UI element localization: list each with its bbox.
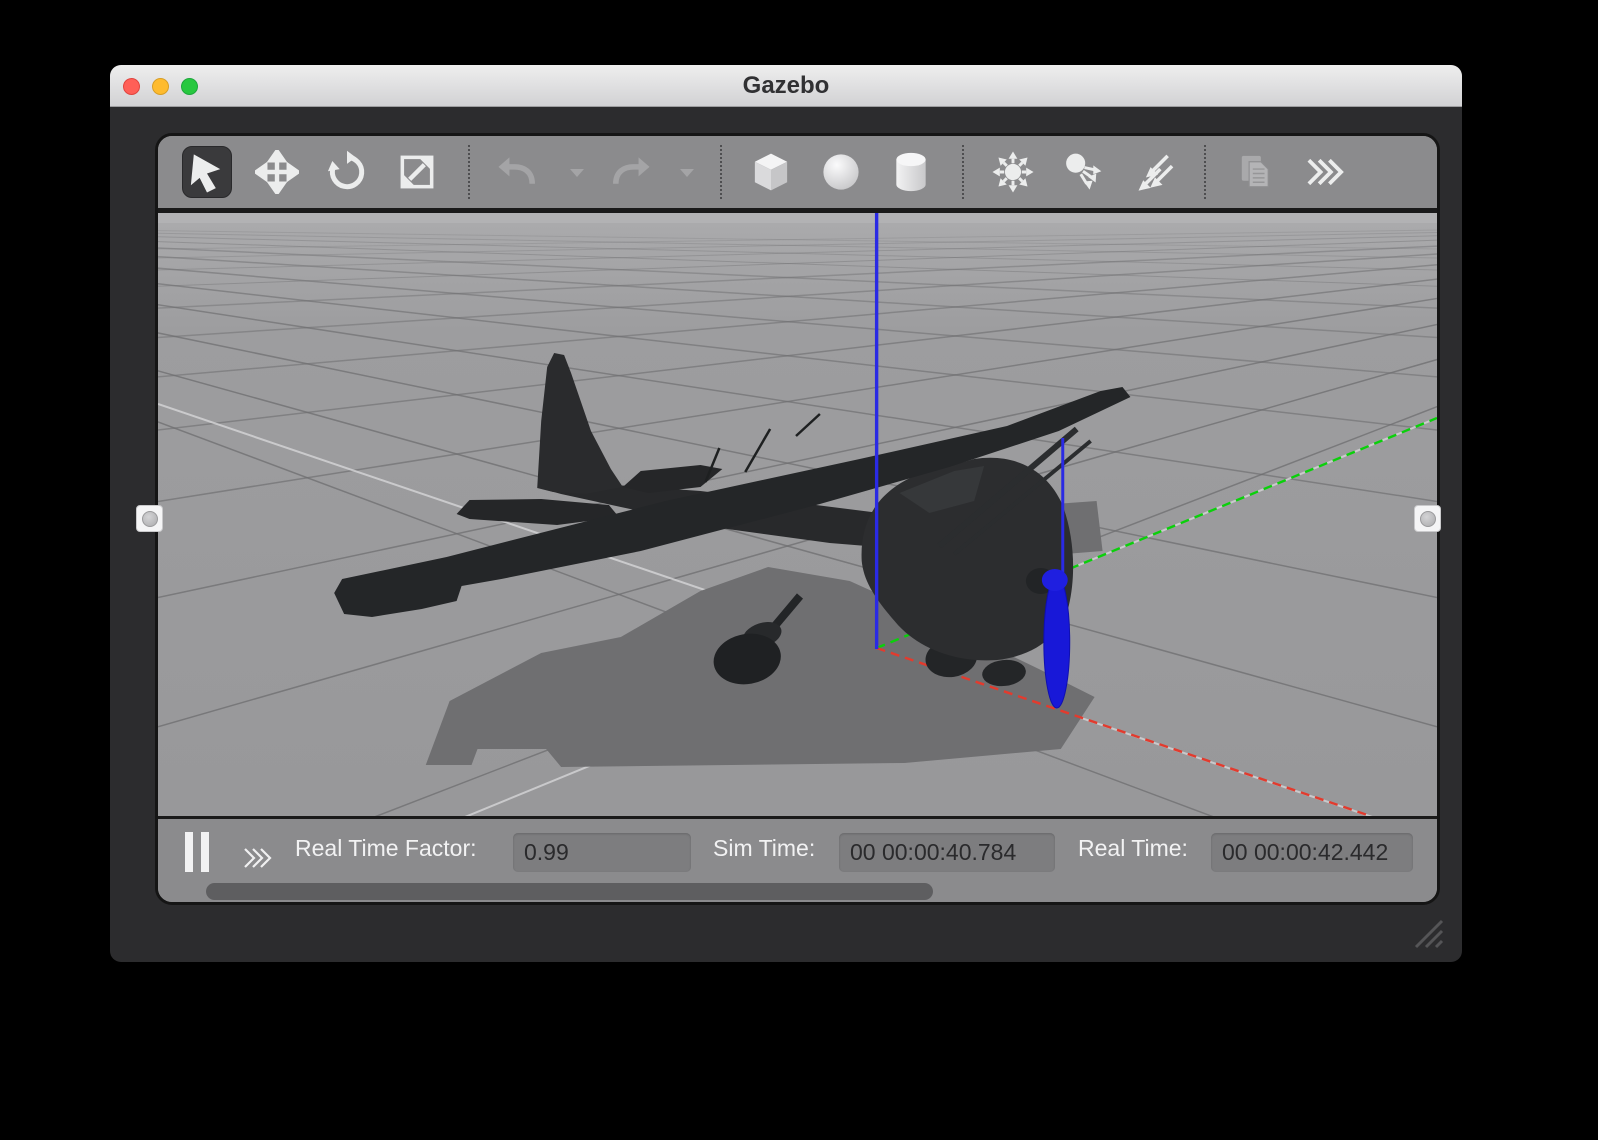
more-chevrons-icon (1303, 150, 1347, 194)
cylinder-icon (889, 150, 933, 194)
window-title: Gazebo (110, 65, 1462, 107)
copy-icon (1233, 150, 1277, 194)
scale-icon (395, 150, 439, 194)
undo-button[interactable] (494, 146, 544, 198)
main-panel: Real Time Factor: 0.99 Sim Time: 00 00:0… (155, 133, 1440, 905)
horizontal-scrollbar-thumb[interactable] (206, 883, 933, 900)
real-time-field[interactable]: 00 00:00:42.442 (1211, 833, 1413, 872)
right-splitter-handle[interactable] (1414, 505, 1441, 532)
spot-light-icon (1061, 150, 1105, 194)
toolbar-separator (962, 145, 964, 199)
toolbar-separator (468, 145, 470, 199)
scale-button[interactable] (392, 146, 442, 198)
directional-light-icon (1131, 150, 1175, 194)
undo-dropdown-button[interactable] (564, 146, 590, 198)
cylinder-button[interactable] (886, 146, 936, 198)
real-time-label: Real Time: (1078, 835, 1188, 862)
playback-bar: Real Time Factor: 0.99 Sim Time: 00 00:0… (158, 819, 1437, 903)
rotate-button[interactable] (322, 146, 372, 198)
gazebo-window: Gazebo (110, 65, 1462, 962)
toolbar-separator (1204, 145, 1206, 199)
spot-light-button[interactable] (1058, 146, 1108, 198)
sphere-icon (819, 150, 863, 194)
redo-button[interactable] (604, 146, 654, 198)
point-light-button[interactable] (988, 146, 1038, 198)
toolbar (158, 136, 1437, 208)
scene-canvas[interactable] (158, 213, 1437, 816)
pause-button[interactable] (183, 832, 215, 874)
redo-dropdown-button[interactable] (674, 146, 700, 198)
resize-grip-icon[interactable] (1402, 911, 1444, 949)
translate-icon (255, 150, 299, 194)
sphere-button[interactable] (816, 146, 866, 198)
sim-time-field[interactable]: 00 00:00:40.784 (839, 833, 1055, 872)
point-light-icon (991, 150, 1035, 194)
more-chevrons-button[interactable] (1300, 146, 1350, 198)
pause-icon (185, 832, 193, 872)
titlebar: Gazebo (110, 65, 1462, 107)
redo-icon (607, 150, 651, 194)
rotate-icon (325, 150, 369, 194)
translate-button[interactable] (252, 146, 302, 198)
cube-icon (749, 150, 793, 194)
render-viewport[interactable] (158, 213, 1437, 816)
rtf-field[interactable]: 0.99 (513, 833, 691, 872)
undo-icon (497, 150, 541, 194)
redo-dropdown-icon (677, 162, 697, 182)
select-arrow-icon (185, 150, 229, 194)
rtf-label: Real Time Factor: (295, 835, 477, 862)
cube-button[interactable] (746, 146, 796, 198)
propeller (1044, 576, 1070, 708)
expand-chevron-icon[interactable] (242, 845, 276, 876)
select-arrow-button[interactable] (182, 146, 232, 198)
sim-time-label: Sim Time: (713, 835, 815, 862)
copy-button[interactable] (1230, 146, 1280, 198)
directional-light-button[interactable] (1128, 146, 1178, 198)
left-splitter-handle[interactable] (136, 505, 163, 532)
undo-dropdown-icon (567, 162, 587, 182)
toolbar-separator (720, 145, 722, 199)
